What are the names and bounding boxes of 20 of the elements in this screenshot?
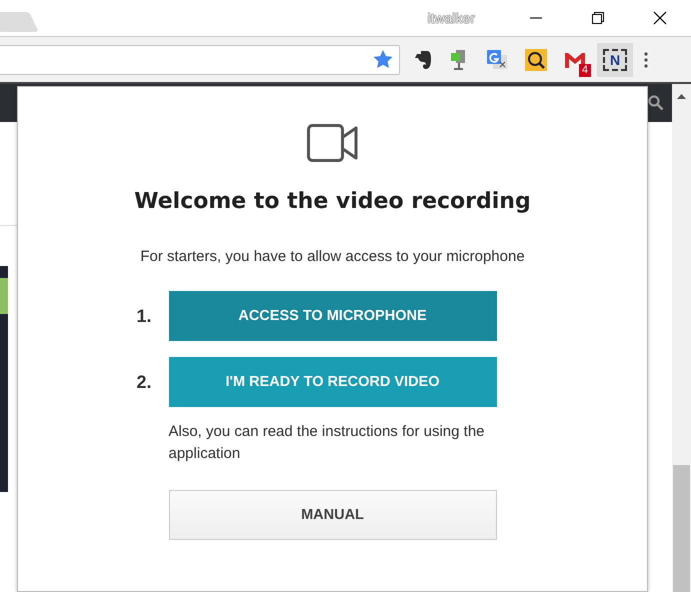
manual-button[interactable]: MANUAL: [168, 490, 496, 540]
scrollbar[interactable]: [672, 84, 691, 592]
close-icon[interactable]: [653, 11, 667, 25]
instructions-text: Also, you can read the instructions for using the application: [168, 422, 486, 464]
magnifier-icon[interactable]: [525, 48, 547, 70]
step-number: 2.: [135, 372, 152, 392]
step-number: 1.: [135, 306, 152, 326]
search-icon[interactable]: [648, 95, 664, 111]
translate-icon[interactable]: [486, 48, 508, 70]
profile-name[interactable]: itwalker: [428, 10, 475, 26]
step-button[interactable]: ACCESS TO MICROPHONE: [168, 291, 496, 341]
bookmark-star-icon[interactable]: [373, 50, 393, 69]
menu-icon[interactable]: [644, 52, 648, 68]
intro-text: For starters, you have to allow access to your microphone: [140, 248, 525, 265]
scrollbar-thumb[interactable]: [673, 465, 690, 592]
scroll-up-icon[interactable]: [677, 94, 686, 99]
restore-icon[interactable]: [592, 12, 604, 24]
popup-title: Welcome to the video recording: [134, 189, 531, 214]
unread-count: 4: [578, 64, 591, 76]
video-camera-icon: [306, 123, 358, 163]
